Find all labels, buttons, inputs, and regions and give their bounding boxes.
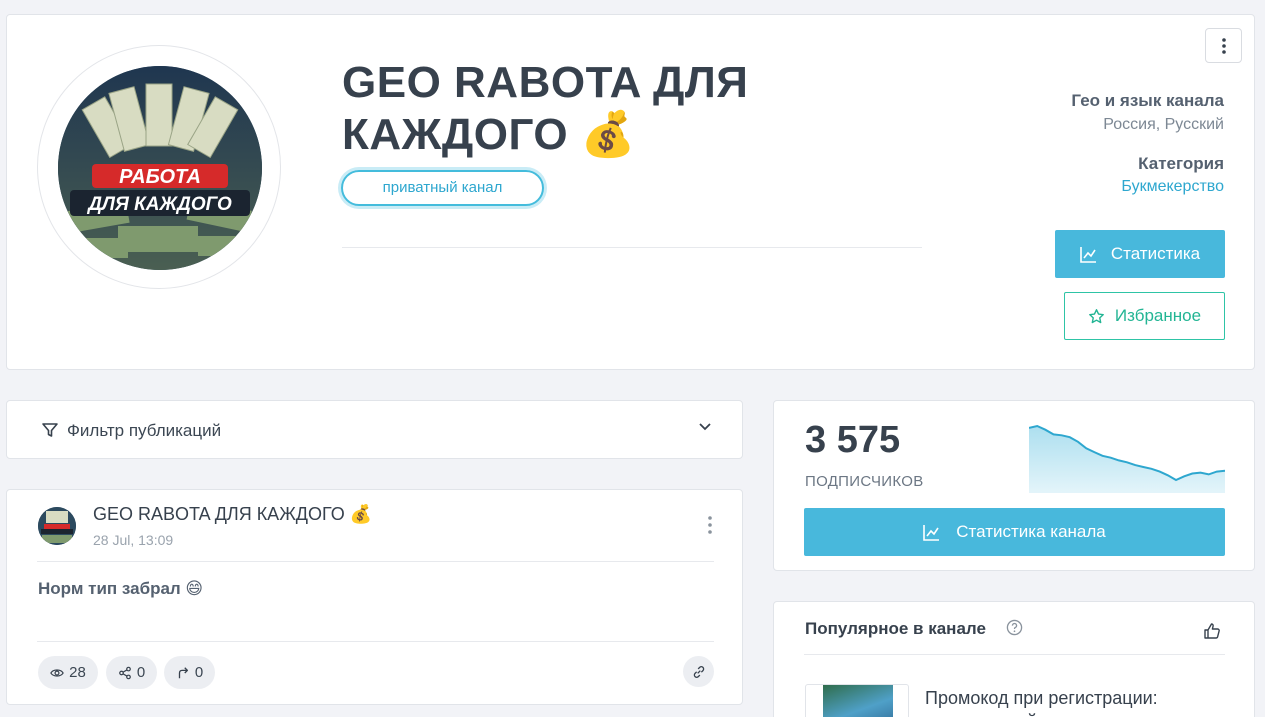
header-divider	[342, 247, 922, 248]
channel-statistics-button[interactable]: Статистика канала	[804, 508, 1225, 556]
popular-item-text[interactable]: Промокод при регистрации: СЛОВОНЛАЙН!	[925, 685, 1225, 717]
eye-icon	[50, 668, 64, 677]
thumbs-up-icon[interactable]	[1203, 622, 1221, 640]
sparkline-area	[1029, 426, 1225, 493]
subscribers-card: 3 575 ПОДПИСЧИКОВ Статистика канала	[773, 400, 1255, 571]
post-text: Норм тип забрал 😄	[38, 579, 204, 598]
chevron-down-icon[interactable]	[698, 419, 712, 433]
views-count: 28	[69, 664, 86, 681]
star-icon	[1088, 308, 1104, 323]
popular-divider	[804, 654, 1225, 655]
svg-text:РАБОТА: РАБОТА	[119, 166, 201, 188]
channel-avatar: РАБОТА ДЛЯ КАЖДОГО	[58, 66, 262, 270]
channel-title: GEO RABOTA ДЛЯ КАЖДОГО 💰	[342, 58, 749, 159]
more-vertical-icon	[1221, 37, 1226, 54]
chart-line-icon	[1080, 246, 1096, 263]
geo-label: Гео и язык канала	[1071, 91, 1224, 110]
popular-item-thumbnail[interactable]	[805, 684, 909, 717]
svg-text:ДЛЯ КАЖДОГО: ДЛЯ КАЖДОГО	[86, 194, 232, 215]
private-channel-badge[interactable]: приватный канал	[341, 170, 544, 206]
post-card: GEO RABOTA ДЛЯ КАЖДОГО 💰 28 Jul, 13:09 Н…	[6, 489, 743, 705]
share-icon	[118, 666, 131, 679]
channel-avatar-image: РАБОТА ДЛЯ КАЖДОГО	[58, 66, 262, 270]
post-author-avatar[interactable]	[38, 507, 76, 545]
subscribers-count: 3 575	[805, 419, 901, 461]
channel-statistics-button-label: Статистика канала	[956, 522, 1106, 541]
publications-filter[interactable]: Фильтр публикаций	[6, 400, 743, 459]
subscribers-label: ПОДПИСЧИКОВ	[805, 473, 924, 490]
link-icon	[693, 665, 704, 678]
popular-title: Популярное в канале	[805, 619, 986, 638]
post-author-name[interactable]: GEO RABOTA ДЛЯ КАЖДОГО 💰	[93, 504, 372, 525]
statistics-button[interactable]: Статистика	[1055, 230, 1225, 278]
shares-count: 0	[136, 664, 146, 681]
post-divider	[37, 641, 714, 642]
post-timestamp: 28 Jul, 13:09	[93, 532, 174, 548]
channel-header-card: РАБОТА ДЛЯ КАЖДОГО GEO RABOTA ДЛЯ КАЖДОГ…	[6, 14, 1255, 370]
forwards-counter[interactable]: 0	[164, 656, 215, 689]
category-label: Категория	[1138, 154, 1224, 173]
popular-in-channel-card: Популярное в канале Промокод при регистр…	[773, 601, 1255, 717]
help-circle-icon[interactable]	[1006, 619, 1023, 636]
forwards-count: 0	[194, 664, 204, 681]
shares-counter[interactable]: 0	[106, 656, 157, 689]
post-more-icon[interactable]	[708, 516, 712, 534]
statistics-button-label: Статистика	[1110, 244, 1201, 263]
favorite-button-label: Избранное	[1114, 306, 1202, 325]
forward-icon	[178, 666, 188, 678]
channel-avatar-frame: РАБОТА ДЛЯ КАЖДОГО	[37, 45, 281, 289]
category-link[interactable]: Букмекерство	[1121, 178, 1224, 196]
favorite-button[interactable]: Избранное	[1064, 292, 1225, 340]
post-divider	[37, 561, 714, 562]
popular-item-image	[823, 685, 893, 717]
geo-value: Россия, Русский	[1103, 116, 1224, 133]
filter-icon	[42, 423, 58, 437]
views-counter[interactable]: 28	[38, 656, 98, 689]
filter-label: Фильтр публикаций	[67, 421, 222, 440]
subscribers-sparkline	[1029, 424, 1225, 493]
channel-menu-button[interactable]	[1205, 28, 1242, 63]
chart-line-icon	[923, 524, 940, 541]
copy-link-button[interactable]	[683, 656, 714, 687]
